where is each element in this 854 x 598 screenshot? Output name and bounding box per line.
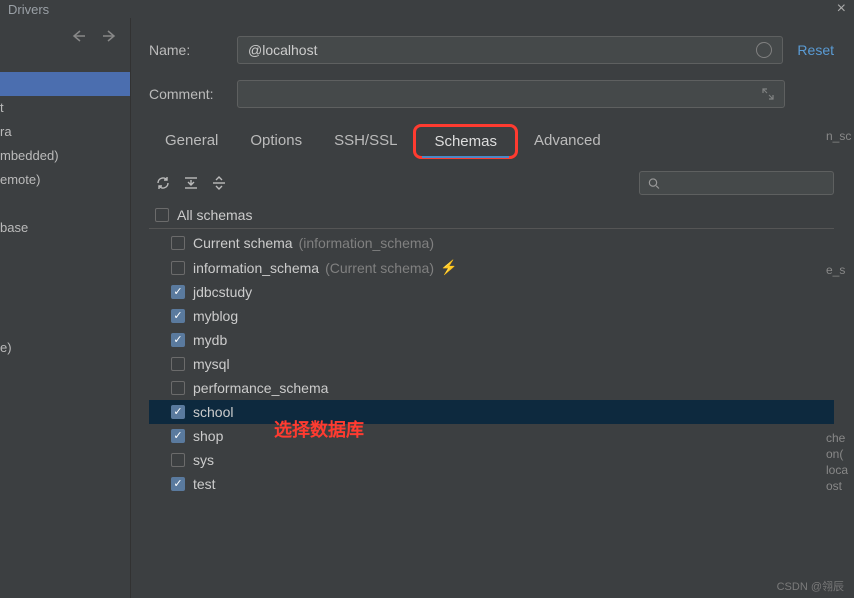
right-strip: n_sc e_scheon(locaost <box>822 48 854 494</box>
strip-text: che <box>826 430 845 446</box>
schema-label: performance_schema <box>193 380 328 396</box>
schema-row[interactable]: school <box>149 400 834 424</box>
sidebar-item[interactable] <box>0 192 130 216</box>
schema-label: information_schema <box>193 260 319 276</box>
schema-row[interactable]: sys <box>149 448 834 472</box>
tab-sshssl[interactable]: SSH/SSL <box>318 124 413 159</box>
checkbox[interactable] <box>171 477 185 491</box>
watermark: CSDN @翎辰 <box>777 578 844 594</box>
checkbox[interactable] <box>171 333 185 347</box>
sidebar-item[interactable] <box>0 240 130 264</box>
all-schemas-row[interactable]: All schemas <box>149 203 834 229</box>
checkbox[interactable] <box>155 208 169 222</box>
comment-label: Comment: <box>149 86 237 102</box>
sidebar-item[interactable]: ra <box>0 120 130 144</box>
schema-label: Current schema <box>193 235 293 251</box>
schema-row[interactable]: shop <box>149 424 834 448</box>
schema-row[interactable]: mysql <box>149 352 834 376</box>
main-panel: Name: @localhost Reset Comment: General … <box>131 18 854 598</box>
schema-search[interactable] <box>639 171 834 195</box>
schema-row[interactable]: test <box>149 472 834 496</box>
checkbox[interactable] <box>171 261 185 275</box>
schema-label: myblog <box>193 308 238 324</box>
schema-extra: (information_schema) <box>299 235 434 251</box>
sidebar: trambedded)emote) base e) <box>0 18 131 598</box>
schema-label: mysql <box>193 356 230 372</box>
checkbox[interactable] <box>171 429 185 443</box>
sidebar-item[interactable] <box>0 312 130 336</box>
nav-arrows <box>0 30 130 42</box>
checkbox[interactable] <box>171 357 185 371</box>
tab-schemas[interactable]: Schemas <box>413 124 518 159</box>
schema-label: test <box>193 476 216 492</box>
strip-text: on( <box>826 446 843 462</box>
strip-text: n_sc <box>826 128 851 144</box>
tabs: General Options SSH/SSL Schemas Advanced <box>149 124 834 159</box>
schema-row[interactable]: Current schema (information_schema) <box>149 231 834 255</box>
schema-row[interactable]: information_schema (Current schema) ⚡ <box>149 255 834 280</box>
checkbox[interactable] <box>171 309 185 323</box>
name-input[interactable]: @localhost <box>237 36 783 64</box>
all-schemas-label: All schemas <box>177 207 252 223</box>
bolt-icon: ⚡ <box>440 259 457 276</box>
schema-label: jdbcstudy <box>193 284 252 300</box>
sidebar-item[interactable]: base <box>0 216 130 240</box>
comment-input[interactable] <box>237 80 785 108</box>
close-icon[interactable]: × <box>837 0 846 18</box>
expand-tree-icon[interactable] <box>211 175 227 191</box>
collapse-icon[interactable] <box>183 175 199 191</box>
schema-row[interactable]: myblog <box>149 304 834 328</box>
color-icon[interactable] <box>756 42 772 58</box>
checkbox[interactable] <box>171 381 185 395</box>
sidebar-item[interactable]: t <box>0 96 130 120</box>
checkbox[interactable] <box>171 453 185 467</box>
schema-list: All schemas Current schema (information_s… <box>149 203 834 496</box>
tab-general[interactable]: General <box>149 124 234 159</box>
sidebar-item[interactable]: mbedded) <box>0 144 130 168</box>
schema-row[interactable]: jdbcstudy <box>149 280 834 304</box>
checkbox[interactable] <box>171 236 185 250</box>
sidebar-item[interactable] <box>0 288 130 312</box>
checkbox[interactable] <box>171 285 185 299</box>
sidebar-item[interactable] <box>0 264 130 288</box>
schema-label: sys <box>193 452 214 468</box>
sidebar-item[interactable] <box>0 72 130 96</box>
forward-icon[interactable] <box>102 30 116 42</box>
schema-row[interactable]: mydb <box>149 328 834 352</box>
name-label: Name: <box>149 42 237 58</box>
schema-label: mydb <box>193 332 227 348</box>
sidebar-item[interactable]: emote) <box>0 168 130 192</box>
tab-advanced[interactable]: Advanced <box>518 124 617 159</box>
search-icon <box>648 177 660 190</box>
schema-label: shop <box>193 428 223 444</box>
window-title: Drivers <box>8 2 49 17</box>
schema-extra: (Current schema) <box>325 260 434 276</box>
tab-options[interactable]: Options <box>234 124 318 159</box>
schema-label: school <box>193 404 233 420</box>
schema-search-input[interactable] <box>664 176 825 191</box>
refresh-icon[interactable] <box>155 175 171 191</box>
strip-text: loca <box>826 462 848 478</box>
strip-text: ost <box>826 478 842 494</box>
strip-text: e_s <box>826 262 845 278</box>
expand-icon[interactable] <box>762 88 774 100</box>
back-icon[interactable] <box>72 30 86 42</box>
name-value: @localhost <box>248 42 317 58</box>
schema-row[interactable]: performance_schema <box>149 376 834 400</box>
checkbox[interactable] <box>171 405 185 419</box>
sidebar-item[interactable]: e) <box>0 336 130 360</box>
